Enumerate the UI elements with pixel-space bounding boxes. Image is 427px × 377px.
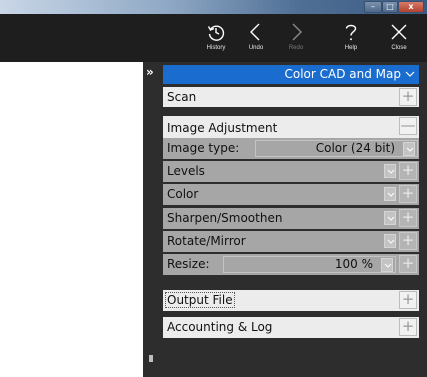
expand-levels-button[interactable]: + [399, 162, 417, 180]
image-type-row: Image type: Color (24 bit) [163, 138, 419, 159]
resize-value: 100 % [334, 257, 373, 271]
undo-button[interactable]: Undo [238, 18, 274, 58]
profile-header[interactable]: Color CAD and Map [163, 65, 419, 84]
collapse-image-adjustment-button[interactable]: — [399, 117, 417, 135]
resize-percent-select[interactable]: 100 % [223, 256, 396, 273]
image-type-label: Image type: [167, 141, 240, 155]
section-levels[interactable]: Levels + [163, 161, 419, 182]
redo-icon [292, 23, 302, 41]
section-resize-label: Resize: [167, 257, 210, 271]
history-button[interactable]: History [198, 18, 234, 58]
app-toolbar: History Undo Redo Help Close [0, 14, 427, 62]
section-color-label: Color [167, 187, 199, 201]
help-button[interactable]: Help [333, 18, 369, 58]
section-sharpen-label: Sharpen/Smoothen [167, 211, 283, 225]
history-label: History [206, 45, 226, 51]
close-icon [391, 24, 407, 40]
resize-grip[interactable] [149, 355, 153, 362]
section-output-file-label: Output File [165, 292, 235, 308]
history-icon [207, 25, 225, 41]
section-levels-label: Levels [167, 164, 205, 178]
close-button[interactable]: Close [381, 18, 417, 58]
expand-output-file-button[interactable]: + [399, 291, 417, 309]
section-image-adjustment-label: Image Adjustment [167, 121, 278, 135]
section-scan[interactable]: Scan + [163, 87, 419, 107]
undo-label: Undo [248, 45, 264, 51]
help-label: Help [344, 45, 358, 51]
undo-icon [250, 23, 260, 41]
chevron-down-icon[interactable] [403, 142, 415, 156]
settings-panel: » Color CAD and Map Scan + Image Adjustm… [143, 62, 427, 377]
window-minimize-button[interactable]: – [364, 1, 382, 13]
image-type-select[interactable]: Color (24 bit) [255, 140, 418, 157]
chevron-down-icon[interactable] [404, 65, 416, 84]
expand-sharpen-button[interactable]: + [399, 209, 417, 227]
expand-accounting-button[interactable]: + [399, 318, 417, 336]
help-icon [345, 24, 357, 41]
preview-area [0, 62, 143, 377]
section-rotate-mirror[interactable]: Rotate/Mirror + [163, 231, 419, 252]
chevron-down-icon[interactable] [384, 234, 396, 248]
window-close-button[interactable]: x [398, 1, 424, 13]
redo-label: Redo [288, 45, 304, 51]
expand-rotate-button[interactable]: + [399, 232, 417, 250]
section-image-adjustment[interactable]: Image Adjustment — [163, 116, 419, 138]
image-type-value: Color (24 bit) [315, 141, 395, 155]
close-label: Close [391, 45, 407, 51]
profile-title: Color CAD and Map [284, 67, 401, 81]
chevron-down-icon[interactable] [381, 258, 393, 272]
expand-scan-button[interactable]: + [399, 88, 417, 106]
section-output-file-label-wrap: Output File [165, 290, 235, 310]
expand-color-button[interactable]: + [399, 185, 417, 203]
section-sharpen-smoothen[interactable]: Sharpen/Smoothen + [163, 208, 419, 229]
window-maximize-button[interactable]: □ [382, 1, 398, 13]
section-scan-label: Scan [167, 90, 197, 104]
expand-resize-button[interactable]: + [399, 255, 417, 273]
collapse-panel-button[interactable]: » [146, 65, 154, 79]
section-accounting-label: Accounting & Log [167, 320, 273, 334]
section-rotate-label: Rotate/Mirror [167, 234, 246, 248]
chevron-down-icon[interactable] [384, 164, 396, 178]
redo-button[interactable]: Redo [278, 18, 314, 58]
section-output-file[interactable]: Output File + [163, 290, 419, 311]
section-accounting-log[interactable]: Accounting & Log + [163, 317, 419, 338]
chevron-down-icon[interactable] [384, 187, 396, 201]
section-resize[interactable]: Resize: 100 % + [163, 254, 419, 275]
section-color[interactable]: Color + [163, 184, 419, 205]
chevron-down-icon[interactable] [384, 211, 396, 225]
window-title-bar: – □ x [0, 0, 427, 14]
